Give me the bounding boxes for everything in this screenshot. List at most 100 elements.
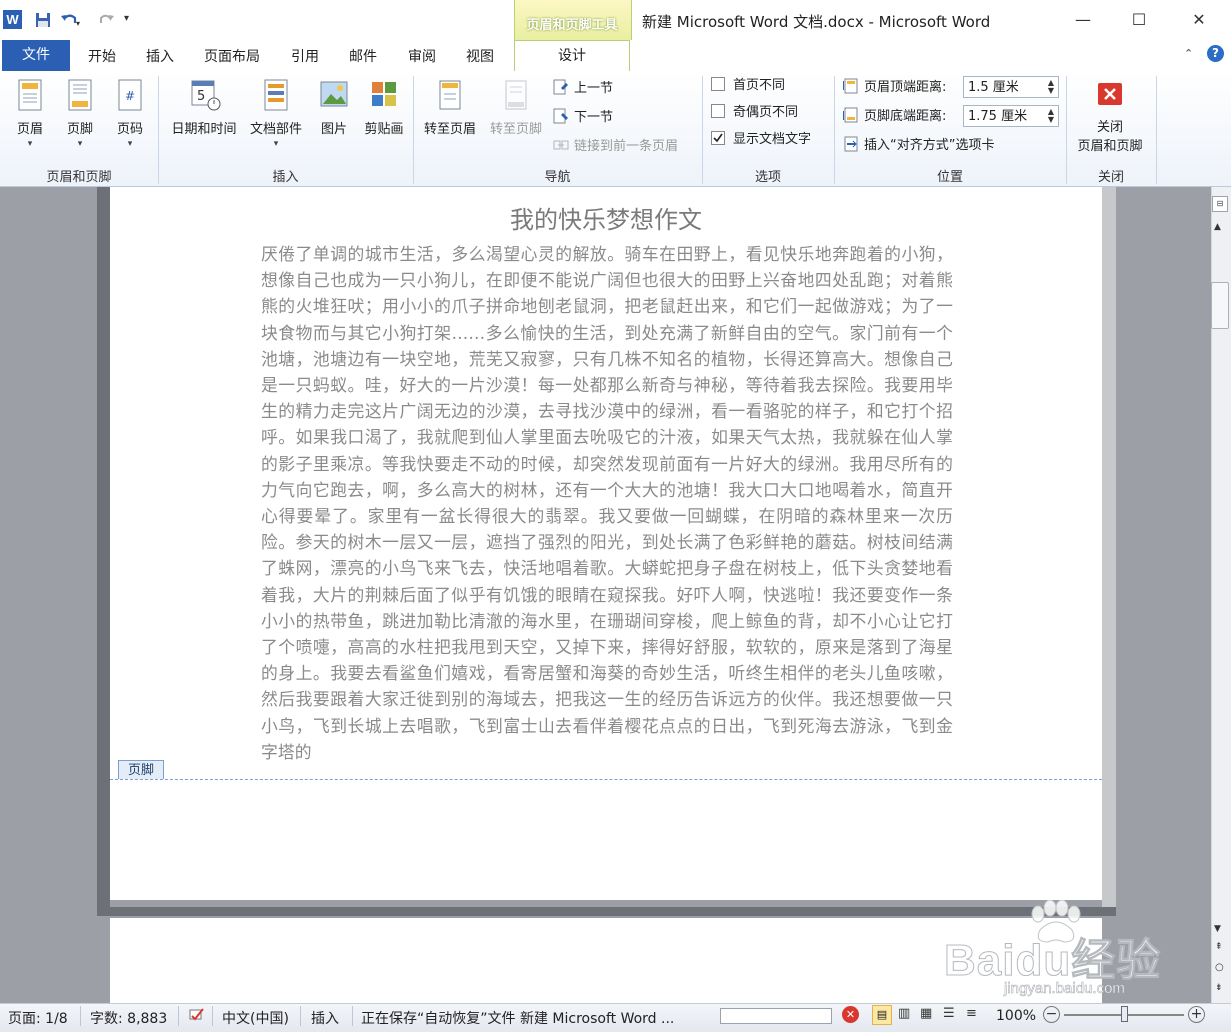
- insert-mode-indicator[interactable]: 插入: [311, 1008, 339, 1028]
- spinner-arrows-icon[interactable]: ▲ ▼: [1048, 79, 1054, 95]
- close-icon: [1095, 78, 1125, 110]
- print-layout-view-icon[interactable]: ▤: [872, 1005, 892, 1025]
- header-top-distance-label-row: 页眉顶端距离:: [842, 78, 946, 98]
- document-page-2[interactable]: [110, 918, 1102, 1003]
- word-count[interactable]: 字数: 8,883: [90, 1008, 167, 1028]
- document-title[interactable]: 我的快乐梦想作文: [260, 200, 952, 235]
- link-icon: [553, 137, 569, 153]
- tab-references[interactable]: 引用: [291, 46, 319, 66]
- document-parts-icon: [261, 78, 291, 111]
- scroll-down-arrow-icon[interactable]: ▼: [1214, 924, 1221, 934]
- language-indicator[interactable]: 中文(中国): [222, 1008, 289, 1028]
- date-time-button[interactable]: 5 日期和时间: [166, 78, 242, 137]
- page-number-label: 页码: [116, 122, 143, 137]
- goto-header-icon: [435, 78, 465, 110]
- zoom-level[interactable]: 100%: [996, 1008, 1036, 1024]
- header-position-icon: [842, 78, 859, 94]
- footer-editing-area[interactable]: [110, 781, 1102, 899]
- autosave-status: 正在保存“自动恢复”文件 新建 Microsoft Word ...: [361, 1011, 675, 1027]
- clip-art-label: 剪贴画: [364, 122, 404, 137]
- word-app-icon[interactable]: W: [3, 10, 22, 29]
- save-icon[interactable]: [34, 11, 52, 29]
- header-top-distance-spinner[interactable]: 1.5 厘米 ▲ ▼: [963, 76, 1059, 98]
- picture-button[interactable]: 图片: [314, 78, 354, 137]
- status-separator: [300, 1006, 301, 1026]
- full-screen-reading-view-icon[interactable]: ▥: [898, 1006, 910, 1021]
- next-page-icon[interactable]: ⇟: [1215, 983, 1223, 993]
- document-parts-button[interactable]: 文档部件 ▾: [244, 78, 308, 149]
- maximize-button[interactable]: ☐: [1116, 6, 1162, 34]
- spinner-arrows-icon[interactable]: ▲ ▼: [1048, 108, 1054, 124]
- previous-section-label: 上一节: [574, 81, 614, 96]
- zoom-in-icon[interactable]: +: [1188, 1006, 1205, 1023]
- customize-qat-icon[interactable]: ▾: [124, 13, 142, 31]
- close-header-footer-line1: 关闭: [1096, 120, 1123, 135]
- chevron-down-icon: ▾: [273, 139, 279, 149]
- previous-page-icon[interactable]: ⇞: [1215, 942, 1223, 952]
- tab-design[interactable]: 设计: [514, 40, 630, 72]
- redo-icon[interactable]: [98, 11, 116, 29]
- goto-header-label: 转至页眉: [423, 122, 476, 137]
- document-body-text[interactable]: 厌倦了单调的城市生活，多么渴望心灵的解放。骑车在田野上，看见快乐地奔跑着的小狗，…: [261, 241, 953, 766]
- tab-view[interactable]: 视图: [466, 46, 494, 66]
- tab-page-layout[interactable]: 页面布局: [204, 46, 260, 66]
- different-odd-even-checkbox[interactable]: [711, 104, 725, 118]
- svg-text:#: #: [125, 89, 135, 103]
- scrollbar-thumb[interactable]: [1211, 282, 1229, 329]
- footer-tag: 页脚: [118, 760, 164, 779]
- draft-view-icon[interactable]: ≡: [966, 1006, 977, 1021]
- tab-mailings[interactable]: 邮件: [349, 46, 377, 66]
- status-separator: [80, 1006, 81, 1026]
- zoom-slider-thumb[interactable]: [1121, 1006, 1128, 1022]
- alignment-tab-icon: [843, 136, 859, 152]
- page-number-button[interactable]: # 页码 ▾: [110, 78, 150, 149]
- next-section-button[interactable]: 下一节: [553, 108, 613, 128]
- clip-art-button[interactable]: 剪贴画: [358, 78, 410, 137]
- undo-icon[interactable]: ▾: [60, 11, 80, 29]
- proofing-icon[interactable]: [186, 1006, 208, 1030]
- show-document-text-label: 显示文档文字: [733, 132, 812, 147]
- ruler-toggle-icon[interactable]: ⊟: [1212, 196, 1228, 212]
- show-document-text-option[interactable]: 显示文档文字: [711, 130, 811, 150]
- insert-alignment-tab-button[interactable]: 插入“对齐方式”选项卡: [843, 136, 994, 156]
- different-first-page-option[interactable]: 首页不同: [711, 76, 785, 96]
- outline-view-icon[interactable]: ☰: [943, 1006, 955, 1021]
- window-title: 新建 Microsoft Word 文档.docx - Microsoft Wo…: [642, 13, 991, 31]
- footer-bottom-distance-spinner[interactable]: 1.75 厘米 ▲ ▼: [963, 105, 1059, 127]
- minimize-button[interactable]: —: [1060, 6, 1106, 34]
- footer-position-icon: [842, 107, 859, 123]
- goto-header-button[interactable]: 转至页眉: [418, 78, 482, 137]
- ribbon-minimize-icon[interactable]: ⌃: [1184, 47, 1193, 60]
- web-layout-view-icon[interactable]: ▦: [920, 1006, 932, 1021]
- insert-alignment-tab-label: 插入“对齐方式”选项卡: [864, 138, 995, 153]
- page-shadow-right: [1102, 187, 1116, 907]
- chevron-down-icon: ▾: [77, 139, 83, 149]
- picture-label: 图片: [320, 122, 347, 137]
- close-header-footer-button[interactable]: 关闭 页眉和页脚: [1070, 78, 1150, 154]
- document-parts-label: 文档部件: [249, 122, 302, 137]
- header-button[interactable]: 页眉 ▾: [10, 78, 50, 149]
- footer-label: 页脚: [66, 122, 93, 137]
- cancel-save-icon[interactable]: ✕: [842, 1006, 859, 1023]
- next-section-label: 下一节: [574, 110, 614, 125]
- footer-button[interactable]: 页脚 ▾: [60, 78, 100, 149]
- contextual-tab-group-label: 页眉和页脚工具: [526, 18, 618, 33]
- tab-insert[interactable]: 插入: [146, 46, 174, 66]
- page-count[interactable]: 页面: 1/8: [8, 1008, 68, 1028]
- tab-review[interactable]: 审阅: [408, 46, 436, 66]
- tab-file[interactable]: 文件: [2, 40, 70, 71]
- group-label-navigation: 导航: [544, 170, 571, 185]
- previous-section-icon: [553, 79, 569, 95]
- previous-section-button[interactable]: 上一节: [553, 79, 613, 99]
- tab-home[interactable]: 开始: [88, 46, 116, 66]
- show-document-text-checkbox[interactable]: [711, 131, 725, 145]
- footer-bottom-distance-value: 1.75 厘米: [968, 109, 1028, 124]
- zoom-out-icon[interactable]: −: [1043, 1006, 1060, 1023]
- group-separator: [1156, 76, 1157, 184]
- different-first-page-checkbox[interactable]: [711, 77, 725, 91]
- scroll-up-arrow-icon[interactable]: ▲: [1214, 222, 1221, 232]
- close-window-button[interactable]: ✕: [1176, 6, 1222, 34]
- different-odd-even-option[interactable]: 奇偶页不同: [711, 103, 798, 123]
- help-icon[interactable]: ?: [1207, 45, 1224, 62]
- browse-object-icon[interactable]: ○: [1215, 962, 1224, 973]
